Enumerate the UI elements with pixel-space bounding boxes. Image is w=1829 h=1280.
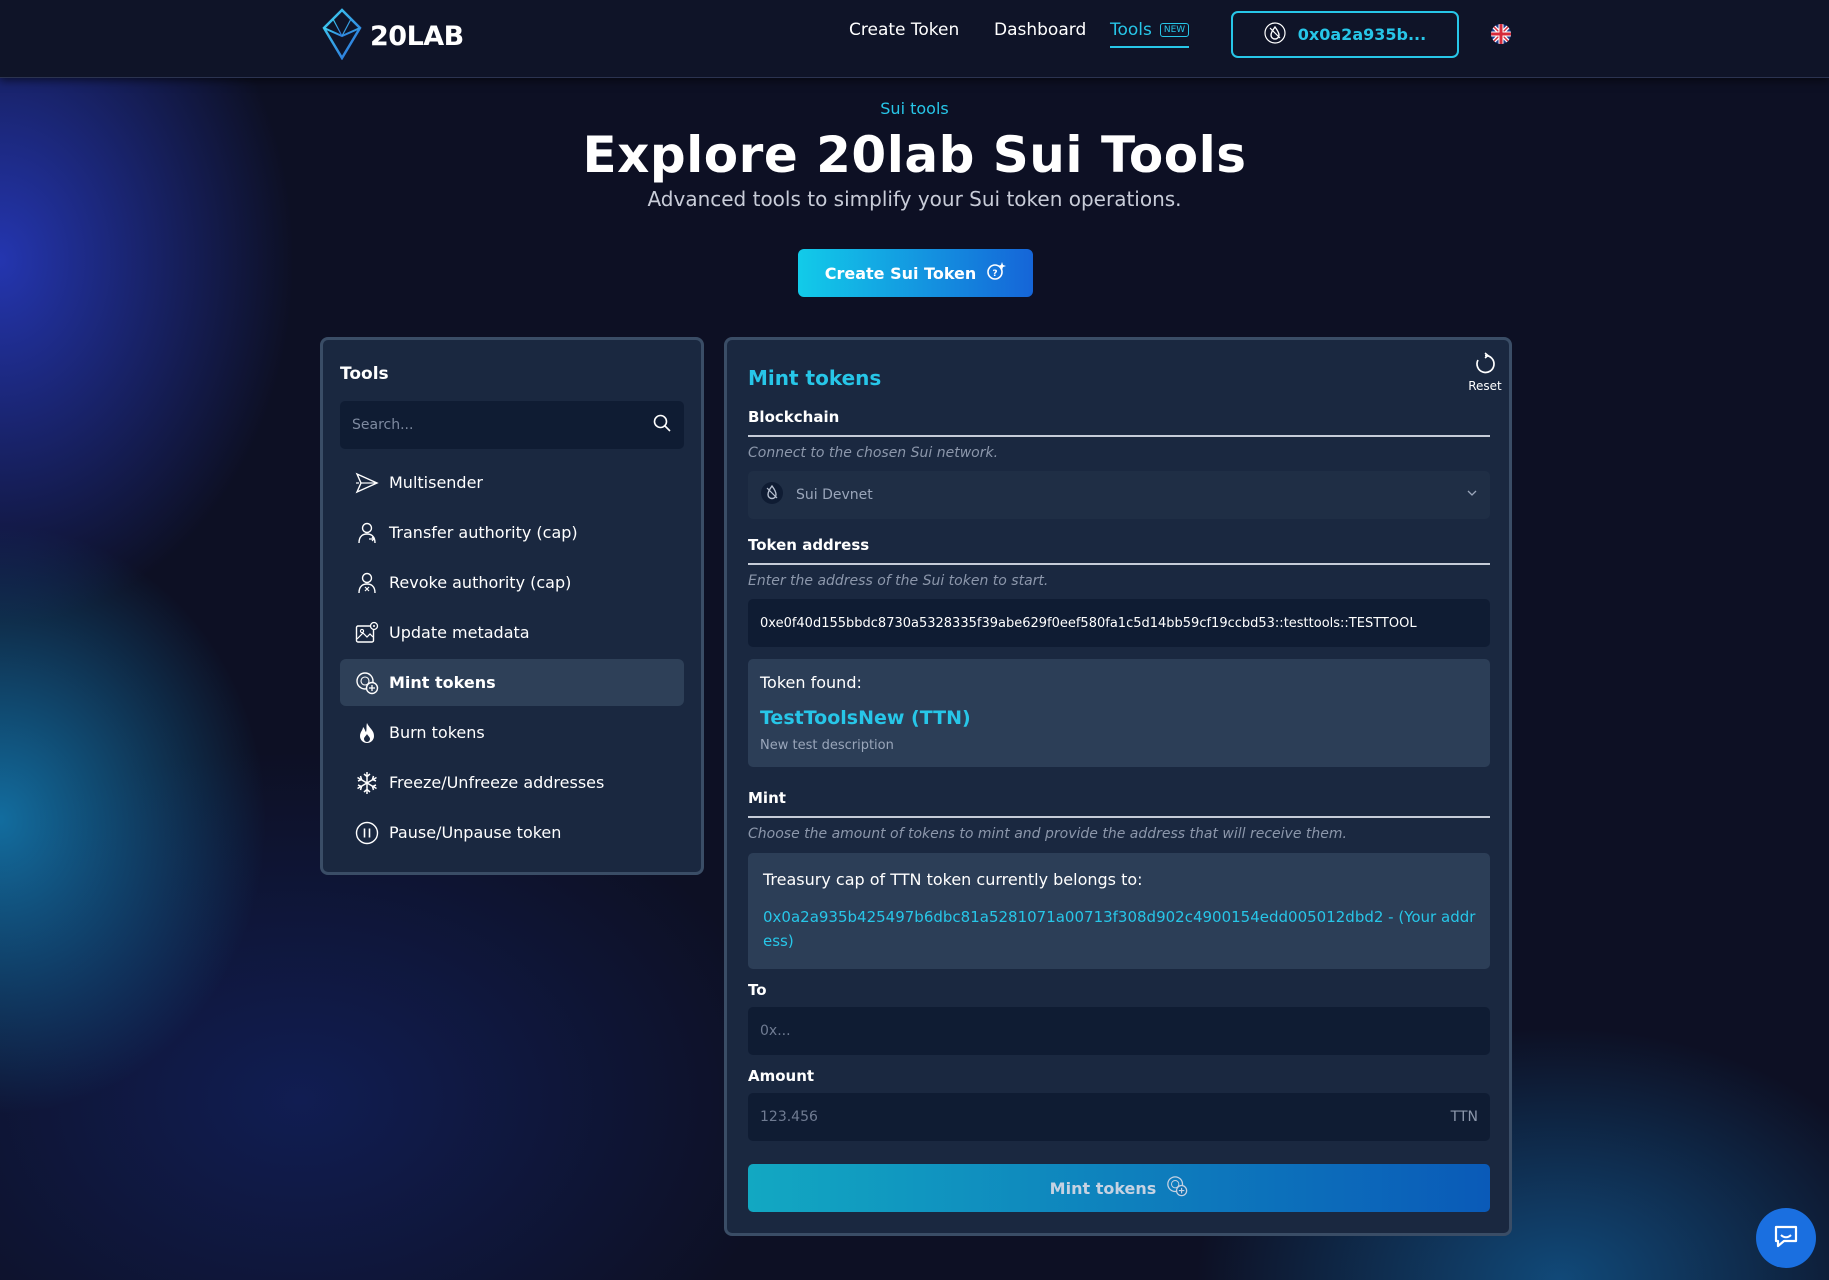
wallet-button[interactable]: 0x0a2a935b...: [1231, 11, 1459, 58]
mint-section-label: Mint: [748, 789, 786, 807]
tool-item-revoke-authority[interactable]: Revoke authority (cap): [340, 559, 684, 606]
treasury-cap-label: Treasury cap of TTN token currently belo…: [763, 870, 1143, 889]
reset-button[interactable]: Reset: [1465, 352, 1505, 393]
nav-tools-label: Tools: [1110, 20, 1152, 40]
token-address-field: [748, 599, 1490, 647]
logo-diamond-icon: [320, 8, 364, 64]
blockchain-select[interactable]: Sui Devnet: [748, 471, 1490, 519]
nav-create-token-label: Create Token: [849, 20, 960, 40]
person-arrow-icon: [355, 521, 379, 545]
nav-dashboard-label: Dashboard: [994, 20, 1087, 40]
treasury-cap-card: Treasury cap of TTN token currently belo…: [748, 853, 1490, 969]
tool-item-label: Transfer authority (cap): [389, 523, 578, 542]
section-divider: [748, 563, 1490, 565]
tool-item-label: Mint tokens: [389, 673, 496, 692]
chevron-down-icon: [1466, 487, 1478, 503]
tool-item-label: Burn tokens: [389, 723, 485, 742]
coins-plus-icon: [355, 671, 379, 695]
treasury-cap-address: 0x0a2a935b425497b6dbc81a5281071a00713f30…: [763, 908, 1476, 950]
token-description: New test description: [760, 738, 894, 753]
token-found-label: Token found:: [760, 673, 862, 692]
hero-eyebrow: Sui tools: [880, 99, 949, 118]
reset-label: Reset: [1468, 379, 1502, 393]
create-sui-token-label: Create Sui Token: [824, 263, 977, 283]
create-sui-token-button[interactable]: Create Sui Token ?: [798, 249, 1033, 297]
uk-flag-icon[interactable]: [1491, 24, 1511, 44]
tool-item-label: Freeze/Unfreeze addresses: [389, 773, 605, 792]
amount-input[interactable]: [760, 1109, 1451, 1125]
chat-bubble-icon: [1771, 1221, 1801, 1255]
tool-item-freeze-addresses[interactable]: Freeze/Unfreeze addresses: [340, 759, 684, 806]
brand-logo[interactable]: 20LAB: [320, 8, 464, 64]
mint-tokens-button-label: Mint tokens: [1049, 1178, 1157, 1198]
amount-label: Amount: [748, 1067, 815, 1085]
nav-dashboard[interactable]: Dashboard: [994, 20, 1086, 40]
sui-drop-icon: [1264, 21, 1286, 48]
amount-field: TTN: [748, 1093, 1490, 1141]
tool-item-label: Multisender: [389, 473, 484, 492]
new-badge: NEW: [1159, 23, 1190, 37]
person-x-icon: [355, 571, 379, 595]
search-icon[interactable]: [652, 413, 672, 437]
tool-item-label: Revoke authority (cap): [389, 573, 572, 592]
tools-title: Tools: [340, 364, 389, 384]
page-subtitle: Advanced tools to simplify your Sui toke…: [647, 187, 1182, 211]
blockchain-selected-value: Sui Devnet: [796, 487, 873, 503]
flame-icon: [355, 721, 379, 745]
form-title: Mint tokens: [748, 366, 882, 390]
tools-search-input[interactable]: [352, 417, 652, 433]
page-title: Explore 20lab Sui Tools: [582, 126, 1247, 184]
section-divider: [748, 816, 1490, 818]
tools-list: Multisender Transfer authority (cap) Rev…: [340, 459, 684, 859]
coin-sparkle-icon: ?: [986, 261, 1007, 285]
wallet-address: 0x0a2a935b...: [1297, 25, 1427, 44]
to-address-input[interactable]: [760, 1023, 1478, 1039]
tool-item-transfer-authority[interactable]: Transfer authority (cap): [340, 509, 684, 556]
send-icon: [355, 471, 379, 495]
tool-item-multisender[interactable]: Multisender: [340, 459, 684, 506]
tools-sidebar: Tools Multisender Transfer authority (ca…: [320, 337, 704, 875]
blockchain-label: Blockchain: [748, 408, 840, 426]
amount-unit: TTN: [1450, 1109, 1478, 1125]
sui-network-icon: [760, 481, 784, 509]
section-divider: [748, 435, 1490, 437]
coins-plus-icon: [1166, 1175, 1188, 1201]
token-found-card: Token found: TestToolsNew (TTN) New test…: [748, 659, 1490, 767]
nav-tools-active: Tools NEW: [1110, 20, 1190, 48]
tool-item-pause-token[interactable]: Pause/Unpause token: [340, 809, 684, 856]
tool-item-label: Pause/Unpause token: [389, 823, 562, 842]
tool-item-mint-tokens[interactable]: Mint tokens: [340, 659, 684, 706]
mint-tokens-form: Mint tokens Reset Blockchain Connect to …: [724, 337, 1512, 1236]
token-name: TestToolsNew (TTN): [760, 707, 971, 729]
svg-text:?: ?: [993, 269, 998, 279]
reset-icon: [1473, 352, 1497, 379]
tools-search: [340, 401, 684, 449]
chat-support-button[interactable]: [1756, 1208, 1816, 1268]
token-address-input[interactable]: [760, 615, 1478, 631]
tool-item-burn-tokens[interactable]: Burn tokens: [340, 709, 684, 756]
tool-item-label: Update metadata: [389, 623, 530, 642]
mint-tokens-button[interactable]: Mint tokens: [748, 1164, 1490, 1212]
pause-icon: [355, 821, 379, 845]
token-address-label: Token address: [748, 536, 870, 554]
mint-help: Choose the amount of tokens to mint and …: [748, 826, 1347, 842]
blockchain-help: Connect to the chosen Sui network.: [748, 445, 999, 461]
to-label: To: [748, 981, 767, 999]
token-address-help: Enter the address of the Sui token to st…: [748, 573, 1049, 589]
to-field: [748, 1007, 1490, 1055]
nav-tools[interactable]: Tools NEW: [1110, 20, 1190, 48]
tool-item-update-metadata[interactable]: Update metadata: [340, 609, 684, 656]
top-navbar: 20LAB Create Token Dashboard Tools NEW 0…: [0, 0, 1829, 78]
nav-create-token[interactable]: Create Token: [849, 20, 959, 40]
image-gear-icon: [355, 621, 379, 645]
snowflake-icon: [355, 771, 379, 795]
brand-name: 20LAB: [370, 20, 464, 52]
